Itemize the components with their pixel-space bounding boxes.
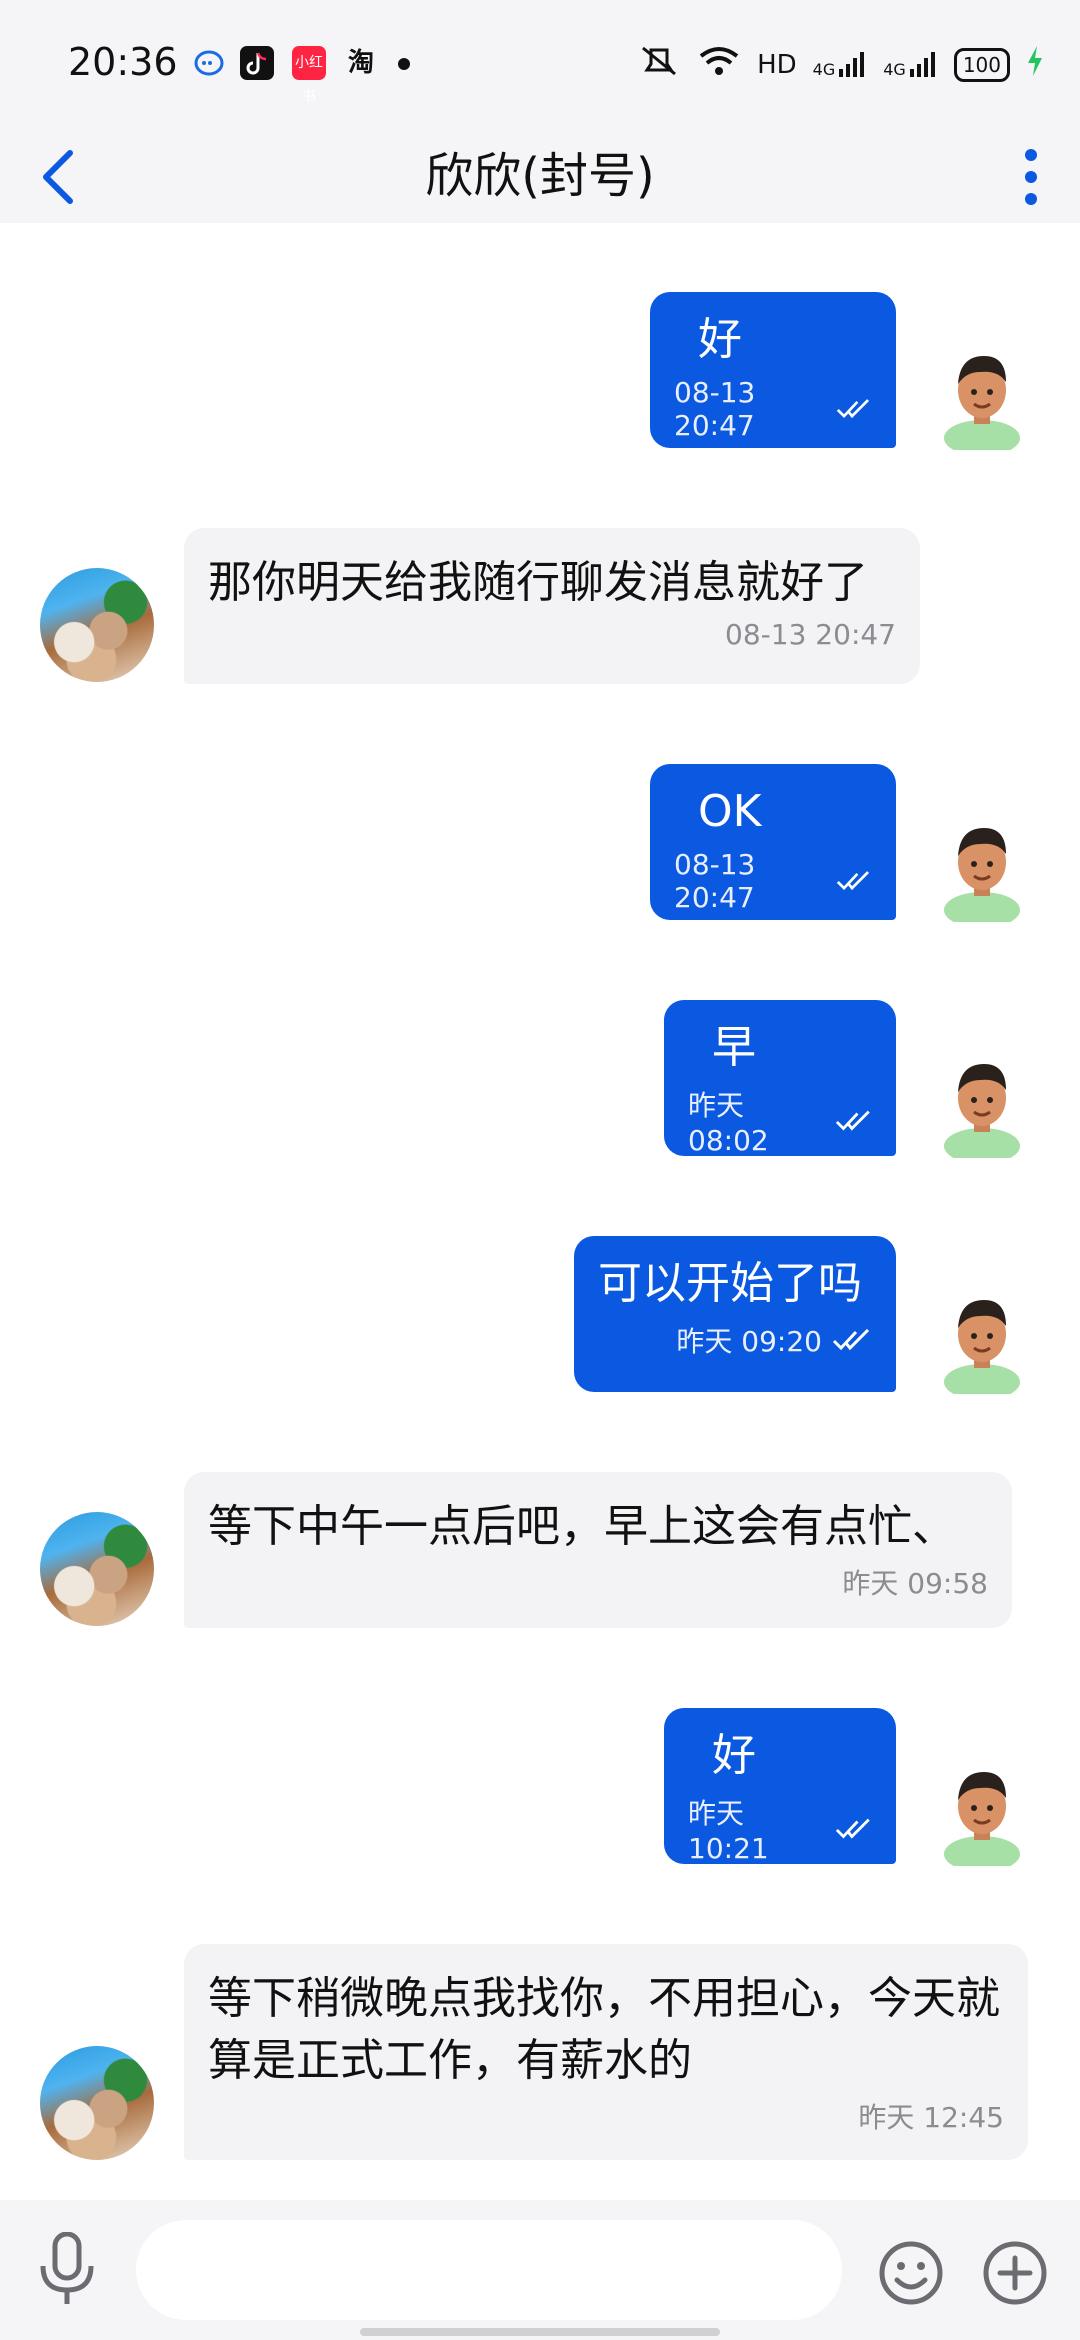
smiley-icon — [879, 2241, 943, 2305]
message-row: 等下中午一点后吧，早上这会有点忙、 昨天 09:58 — [0, 1472, 1080, 1628]
my-avatar[interactable] — [940, 342, 1024, 450]
double-check-icon — [835, 1110, 870, 1131]
message-meta: 08-13 20:47 — [674, 848, 872, 914]
status-bar: 20:36 小红书 淘 HD 4G 4G 100 — [0, 0, 1080, 130]
xiaohongshu-icon: 小红书 — [292, 46, 326, 105]
hd-indicator: HD — [757, 49, 797, 80]
status-time: 20:36 — [68, 40, 178, 84]
message-text: 那你明天给我随行聊发消息就好了 — [208, 557, 868, 608]
voice-button[interactable] — [36, 2231, 98, 2308]
message-meta: 昨天 08:02 — [688, 1084, 872, 1157]
chevron-left-icon — [43, 149, 73, 204]
message-text: 等下中午一点后吧，早上这会有点忙、 — [208, 1501, 956, 1552]
battery-indicator: 100 — [953, 47, 1010, 82]
outgoing-bubble[interactable]: 好 08-13 20:47 — [650, 292, 896, 448]
message-text: 可以开始了吗 — [598, 1258, 862, 1309]
message-time: 08-13 20:47 — [725, 618, 896, 651]
message-row: 可以开始了吗 昨天 09:20 — [0, 1236, 1080, 1394]
vibrate-mute-icon — [637, 44, 681, 85]
incoming-bubble[interactable]: 等下中午一点后吧，早上这会有点忙、 昨天 09:58 — [184, 1472, 1012, 1628]
double-check-icon — [832, 1329, 870, 1351]
message-time: 昨天 08:02 — [688, 1089, 769, 1157]
home-indicator[interactable] — [360, 2328, 720, 2336]
more-actions-button[interactable] — [982, 2240, 1048, 2306]
input-bar — [0, 2200, 1080, 2340]
outgoing-bubble[interactable]: OK 08-13 20:47 — [650, 764, 896, 920]
outgoing-bubble[interactable]: 早 昨天 08:02 — [664, 1000, 896, 1157]
contact-avatar[interactable] — [40, 568, 154, 682]
message-text: 好 — [712, 1730, 756, 1781]
double-check-icon — [837, 399, 870, 419]
double-check-icon — [835, 1818, 870, 1839]
message-meta: 昨天 09:20 — [598, 1320, 872, 1360]
message-time: 08-13 20:47 — [674, 376, 756, 442]
microphone-icon — [40, 2231, 94, 2304]
message-row: 好 08-13 20:47 — [0, 292, 1080, 450]
signal-label: 4G — [883, 59, 906, 79]
tiktok-icon — [240, 46, 274, 80]
contact-avatar[interactable] — [40, 2046, 154, 2160]
message-text: 早 — [712, 1022, 756, 1073]
notification-dot-icon — [398, 58, 410, 70]
message-row: 好 昨天 10:21 — [0, 1708, 1080, 1866]
status-right-group: HD 4G 4G 100 — [637, 44, 1044, 85]
vertical-dots-icon — [1025, 148, 1037, 205]
charging-icon — [1026, 44, 1044, 85]
signal-label: 4G — [812, 59, 836, 79]
message-text: 等下稍微晚点我找你，不用担心，今天就算是正式工作，有薪水的 — [208, 1973, 1000, 2086]
message-time: 昨天 12:45 — [858, 2101, 1004, 2134]
message-row: 等下稍微晚点我找你，不用担心，今天就算是正式工作，有薪水的 昨天 12:45 — [0, 1944, 1080, 2160]
chat-title: 欣欣(封号) — [425, 148, 655, 204]
outgoing-bubble[interactable]: 可以开始了吗 昨天 09:20 — [574, 1236, 896, 1392]
my-avatar[interactable] — [940, 814, 1024, 922]
double-check-icon — [837, 871, 870, 891]
message-meta: 08-13 20:47 — [674, 376, 872, 442]
emoji-button[interactable] — [878, 2240, 944, 2306]
message-bubble-icon — [192, 46, 226, 80]
taobao-icon: 淘 — [347, 48, 374, 78]
signal-4g-icon: 4G — [813, 51, 868, 79]
outgoing-bubble[interactable]: 好 昨天 10:21 — [664, 1708, 896, 1865]
message-row: 早 昨天 08:02 — [0, 1000, 1080, 1158]
my-avatar[interactable] — [940, 1286, 1024, 1394]
message-time: 昨天 09:58 — [842, 1567, 988, 1600]
my-avatar[interactable] — [940, 1758, 1024, 1866]
message-time: 08-13 20:47 — [674, 848, 756, 914]
message-time: 昨天 09:20 — [676, 1325, 822, 1358]
message-row: OK 08-13 20:47 — [0, 764, 1080, 922]
more-options-button[interactable] — [1016, 130, 1046, 223]
signal-4g-icon-2: 4G — [883, 51, 938, 79]
message-text: OK — [698, 786, 762, 837]
message-time: 昨天 10:21 — [688, 1797, 769, 1865]
incoming-bubble[interactable]: 那你明天给我随行聊发消息就好了 08-13 20:47 — [184, 528, 920, 684]
message-meta: 昨天 10:21 — [688, 1792, 872, 1865]
contact-avatar[interactable] — [40, 1512, 154, 1626]
message-input[interactable] — [136, 2220, 842, 2320]
wifi-icon — [697, 44, 741, 85]
plus-circle-icon — [983, 2241, 1047, 2305]
incoming-bubble[interactable]: 等下稍微晚点我找你，不用担心，今天就算是正式工作，有薪水的 昨天 12:45 — [184, 1944, 1028, 2160]
my-avatar[interactable] — [940, 1050, 1024, 1158]
message-row: 那你明天给我随行聊发消息就好了 08-13 20:47 — [0, 528, 1080, 684]
back-button[interactable] — [36, 130, 106, 223]
message-text: 好 — [698, 314, 742, 365]
chat-header: 欣欣(封号) — [0, 130, 1080, 223]
